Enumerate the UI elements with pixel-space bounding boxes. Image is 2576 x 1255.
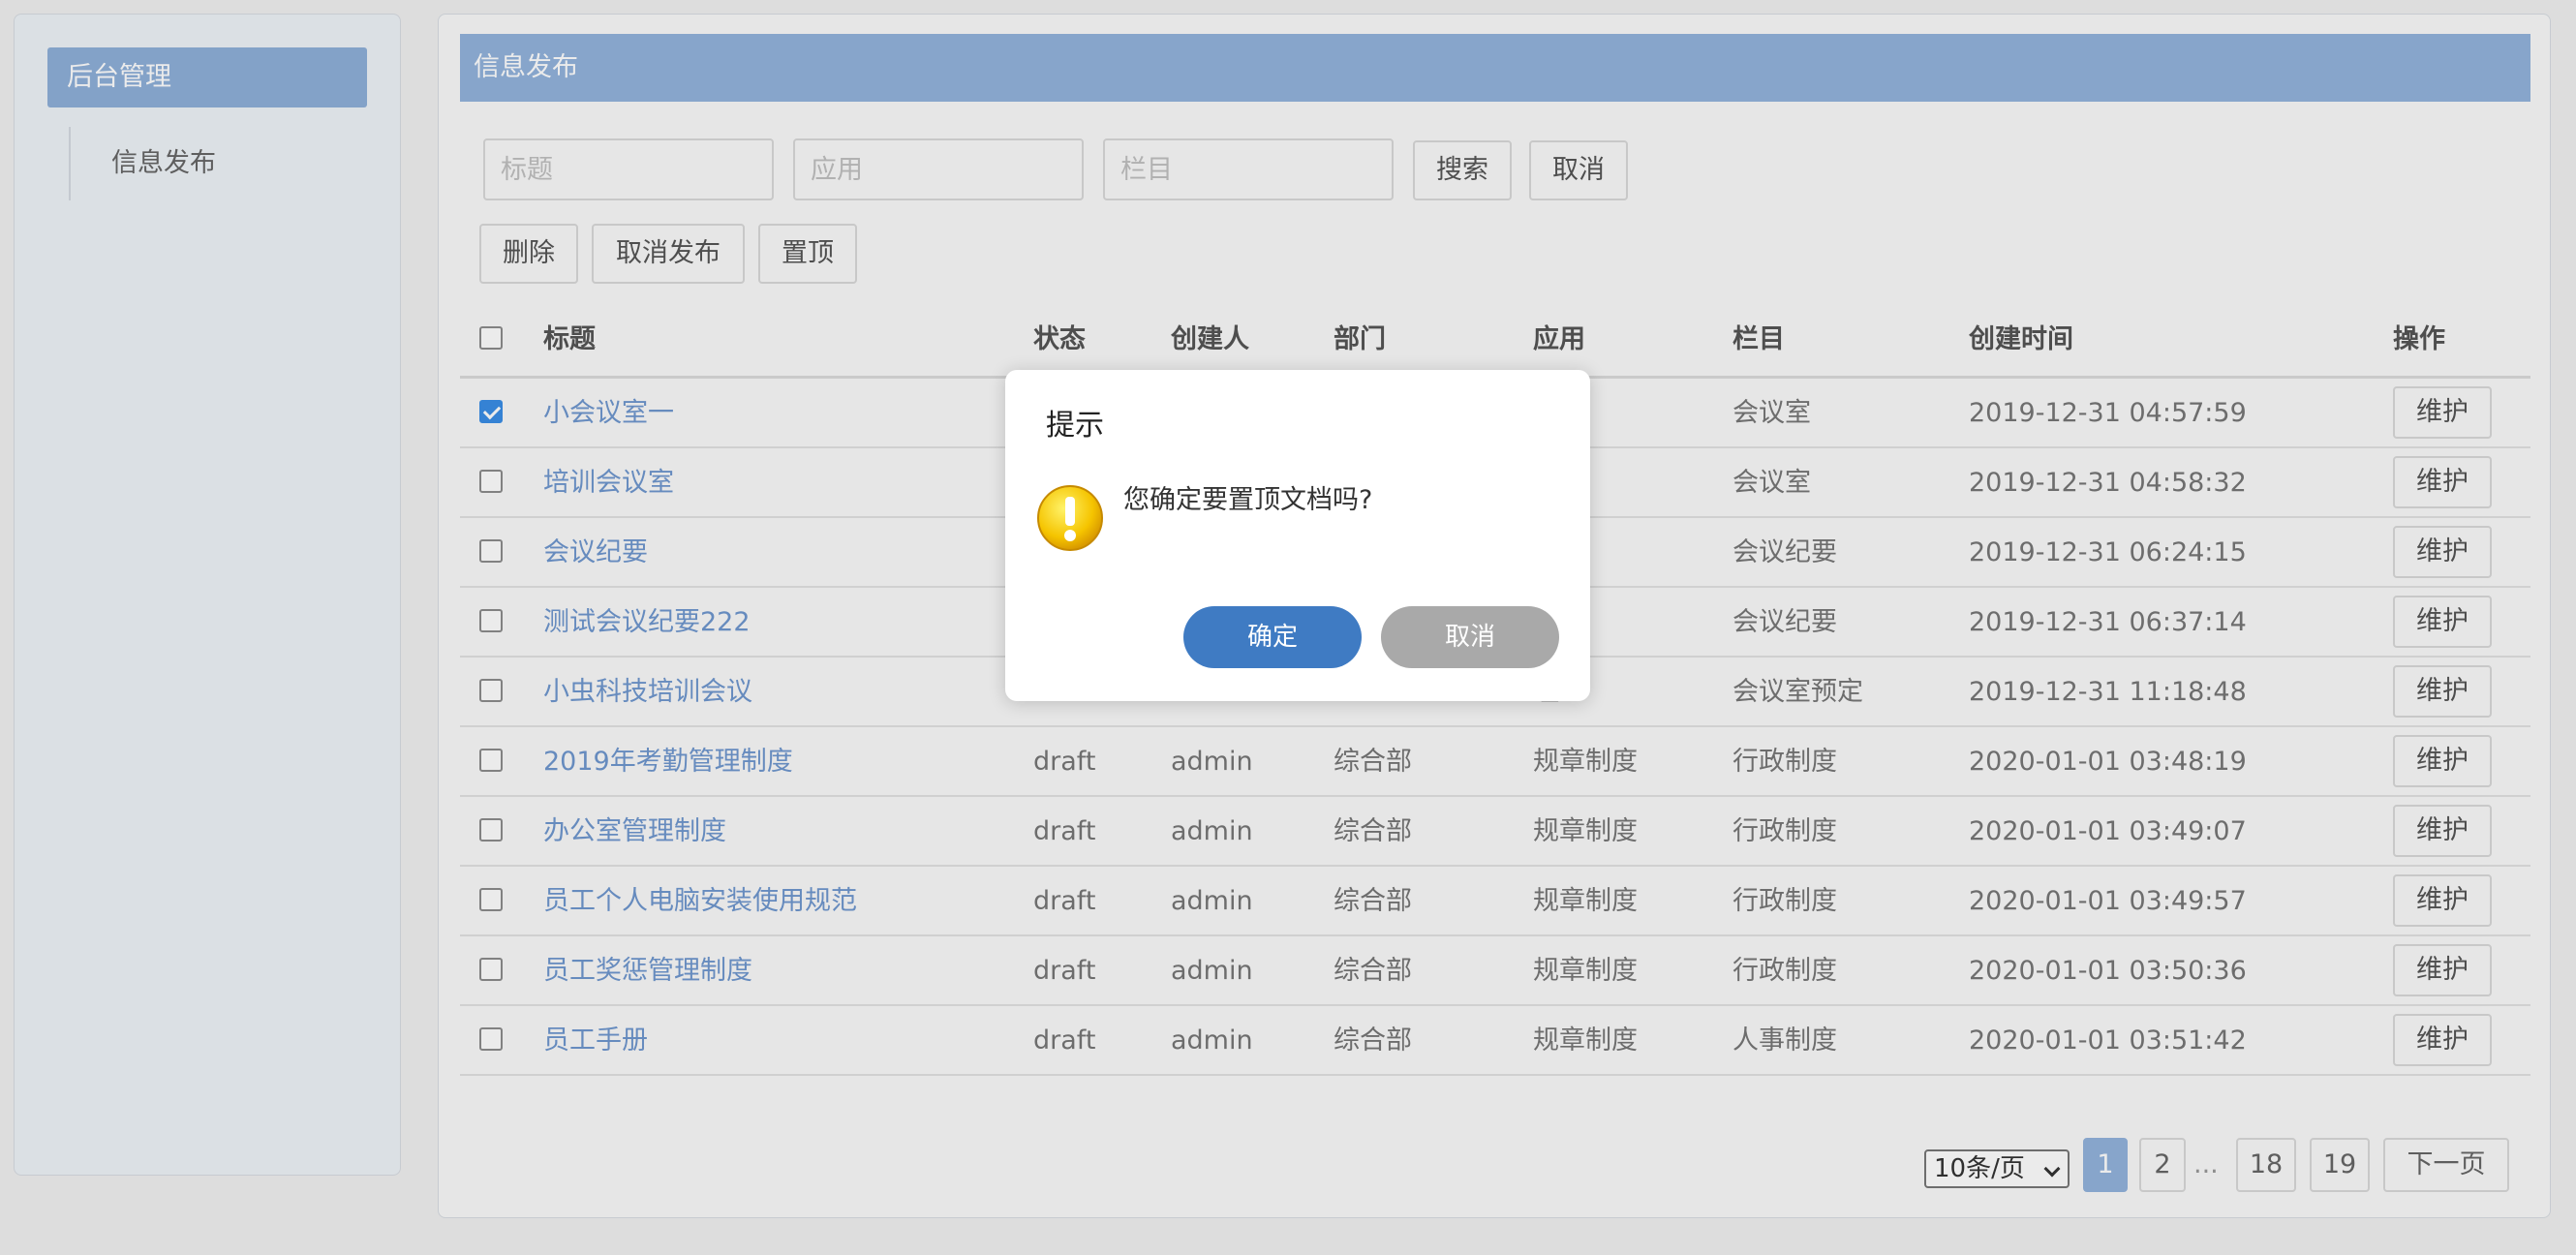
dialog-message: 您确定要置顶文档吗? (1123, 485, 1373, 515)
dialog-cancel-button[interactable]: 取消 (1381, 606, 1559, 668)
dialog-title: 提示 (1046, 409, 1104, 443)
confirm-button[interactable]: 确定 (1183, 606, 1362, 668)
confirm-dialog: 提示 您确定要置顶文档吗? 确定 取消 (1005, 370, 1590, 701)
warning-icon (1037, 485, 1103, 551)
